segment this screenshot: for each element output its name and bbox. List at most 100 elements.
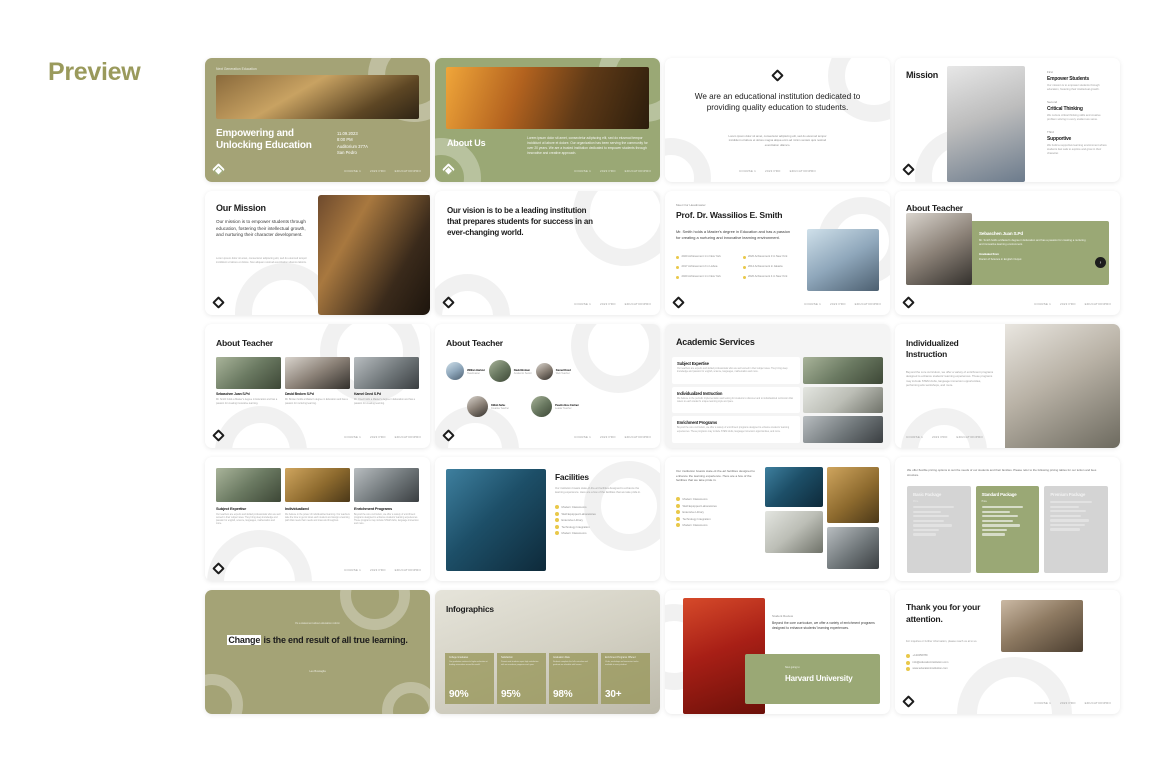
package-name: Standard Package — [981, 492, 1017, 497]
facility-label: Modern Classrooms — [561, 505, 587, 509]
slide-title[interactable]: Next Generation Education Empowering and… — [205, 58, 430, 182]
slide5-body: Our mission is to empower students throu… — [216, 219, 306, 238]
teacher-photo — [285, 357, 350, 389]
slide2-body: Lorem ipsum dolor sit amet, consectetur … — [527, 136, 648, 155]
teacher-card[interactable]: Sebaschen Juan S.Pd Mr. Smith holds a Ma… — [216, 357, 281, 405]
stat-body: Students complete the full curriculum an… — [553, 661, 588, 666]
stat-card[interactable]: College Graduates Our graduates continue… — [445, 653, 494, 704]
slide-pricing[interactable]: We offer flexible pricing options to sui… — [895, 457, 1120, 581]
facility-label: Well Equipped Laboratories — [561, 511, 596, 516]
avatar — [531, 396, 553, 417]
achievement-item: 2020 Achievement 1 in New York — [676, 275, 738, 280]
globe-icon — [906, 667, 910, 671]
brand-logo-icon — [672, 296, 685, 309]
slide-statement[interactable]: We are an educational institution dedica… — [665, 58, 890, 182]
next-arrow-button[interactable]: › — [1095, 257, 1106, 268]
slide-footer: COURSE 1 2023 PRO EDUCATIONPRO — [574, 435, 651, 439]
swirl-decoration — [901, 408, 987, 448]
brand-logo-icon — [771, 69, 784, 82]
slide4-title: Mission — [906, 70, 939, 80]
person-item[interactable]: Kamel Oned Web Teacher — [535, 362, 571, 380]
slide14-photo — [446, 469, 546, 571]
facility-item: Extensive Library — [555, 518, 649, 522]
slide-headmaster[interactable]: Meet Our Headmaster Prof. Dr. Wassilios … — [665, 191, 890, 315]
slide-testimonial[interactable]: Student Review Beyond the core curriculu… — [665, 590, 890, 714]
footer-item-2: EDUCATIONPRO — [394, 568, 421, 572]
footer-item-1: 2023 PRO — [370, 568, 386, 572]
teacher-card[interactable]: Kamel Oned S.Pd Mr. Oned holds a Master'… — [354, 357, 419, 405]
teacher-photo — [216, 357, 281, 389]
avatar — [535, 362, 553, 380]
slide17-attribution: Leo Buscaglia — [309, 670, 326, 673]
stat-card[interactable]: Graduation Rate Students complete the fu… — [549, 653, 598, 704]
footer-item-0: COURSE 1 — [344, 169, 362, 173]
person-item[interactable]: David Broken Academic Senior — [488, 360, 532, 382]
package-label: Price — [981, 501, 987, 503]
footer-item-2: EDUCATIONPRO — [956, 435, 983, 439]
stat-body: Clubs, workshops and immersion tracks av… — [605, 661, 639, 666]
package-name: Basic Package — [913, 492, 942, 497]
stat-label: Enrichment Programs Offered — [605, 657, 636, 659]
slide19-school-label: Now going to — [785, 666, 800, 669]
swirl-decoration-2 — [435, 274, 510, 315]
avatar — [467, 396, 488, 417]
service-row[interactable]: Individualized Instruction We believe in… — [672, 386, 883, 414]
contact-item[interactable]: +123456789 — [906, 654, 996, 658]
brand-logo-icon — [212, 562, 225, 575]
slide-academic-services[interactable]: Academic Services Subject Expertise Our … — [665, 324, 890, 448]
service-column[interactable]: Enrichment Programs Beyond the core curr… — [354, 468, 419, 527]
slide-vision[interactable]: Our vision is to be a leading institutio… — [435, 191, 660, 315]
pricing-package[interactable]: Basic Package Price — [907, 486, 971, 573]
slide20-body: For inquiries or further information, pl… — [906, 640, 978, 643]
slide-quote[interactable]: It's a statement about education reform … — [205, 590, 430, 714]
pricing-package-highlighted[interactable]: Standard Package Price — [975, 486, 1040, 573]
slide-thank-you[interactable]: Thank you for your attention. For inquir… — [895, 590, 1120, 714]
contact-text: +123456789 — [912, 654, 928, 657]
slide12-title: Individualized Instruction — [906, 338, 959, 359]
slide-about-teacher-three[interactable]: About Teacher Sebaschen Juan S.Pd Mr. Sm… — [205, 324, 430, 448]
slide-mission[interactable]: Mission First Empower Students Our missi… — [895, 58, 1120, 182]
slide-about-teacher-card[interactable]: About Teacher Sebaschen Juan S.Pd Mr. Sm… — [895, 191, 1120, 315]
teacher-card[interactable]: David Broken S.Pd Mr. Broken holds a Mas… — [285, 357, 350, 405]
contact-item[interactable]: info@educationinstitution.com — [906, 660, 996, 665]
slide-three-column-services[interactable]: Subject Expertise Our teachers are exper… — [205, 457, 430, 581]
stat-card[interactable]: Enrichment Programs Offered Clubs, works… — [601, 653, 650, 704]
pricing-package[interactable]: Premium Package — [1044, 486, 1108, 573]
slide-facilities[interactable]: Facilities Our institution boasts state-… — [435, 457, 660, 581]
brand-logo-icon — [212, 429, 225, 442]
service-column[interactable]: Individualized We believe in the power o… — [285, 468, 350, 527]
slide5-caption: Lorem ipsum dolor sit amet, consectetur … — [216, 257, 307, 264]
person-item[interactable]: Wilfran Hartcut Headmaster — [446, 362, 485, 380]
service-column[interactable]: Subject Expertise Our teachers are exper… — [216, 468, 281, 527]
facility-item: Modern Classrooms — [676, 497, 758, 501]
slide-individualized-instruction[interactable]: Individualized Instruction Beyond the co… — [895, 324, 1120, 448]
footer-item-1: 2023 PRO — [370, 169, 386, 173]
achievement-text: 2014 Achievement in Jakarta — [748, 265, 783, 269]
stat-label: College Graduates — [449, 657, 469, 659]
check-icon — [676, 516, 680, 521]
person-item[interactable]: Kitfub Sahu Creative Teacher — [467, 396, 509, 417]
stat-card[interactable]: Satisfaction Parents and students report… — [497, 653, 546, 704]
slide8-graduated-label: Graduated from — [979, 252, 999, 256]
service-photo — [216, 468, 281, 502]
slide19-school: Harvard University — [785, 674, 853, 683]
stat-body: Our graduates continue to higher educati… — [449, 661, 488, 666]
person-item[interactable]: Peadro Bou Cartner Leader Teacher — [531, 396, 579, 417]
contact-item[interactable]: www.educationinstitution.com — [906, 667, 996, 671]
slide-about-us[interactable]: About Us Lorem ipsum dolor sit amet, con… — [435, 58, 660, 182]
slide7-title: Prof. Dr. Wassilios E. Smith — [676, 210, 783, 220]
slide-our-mission[interactable]: Our Mission Our mission is to empower st… — [205, 191, 430, 315]
facility-photo — [827, 467, 879, 523]
service-row[interactable]: Subject Expertise Our teachers are exper… — [672, 357, 883, 384]
service-heading: Subject Expertise — [216, 506, 247, 511]
check-icon — [676, 523, 680, 527]
service-body: We believe in the power of individualize… — [285, 513, 350, 523]
slides-grid: Next Generation Education Empowering and… — [205, 58, 1125, 714]
person-role: Web Teacher — [555, 371, 570, 375]
slide-about-teacher-avatars[interactable]: About Teacher Wilfran Hartcut Headmaster … — [435, 324, 660, 448]
slide-facilities-photos[interactable]: Our institution boasts state-of-the-art … — [665, 457, 890, 581]
footer-item-2: EDUCATIONPRO — [624, 435, 651, 439]
avatar — [488, 360, 511, 382]
service-row[interactable]: Enrichment Programs Beyond the core curr… — [672, 416, 883, 444]
slide-infographics[interactable]: Infographics College Graduates Our gradu… — [435, 590, 660, 714]
